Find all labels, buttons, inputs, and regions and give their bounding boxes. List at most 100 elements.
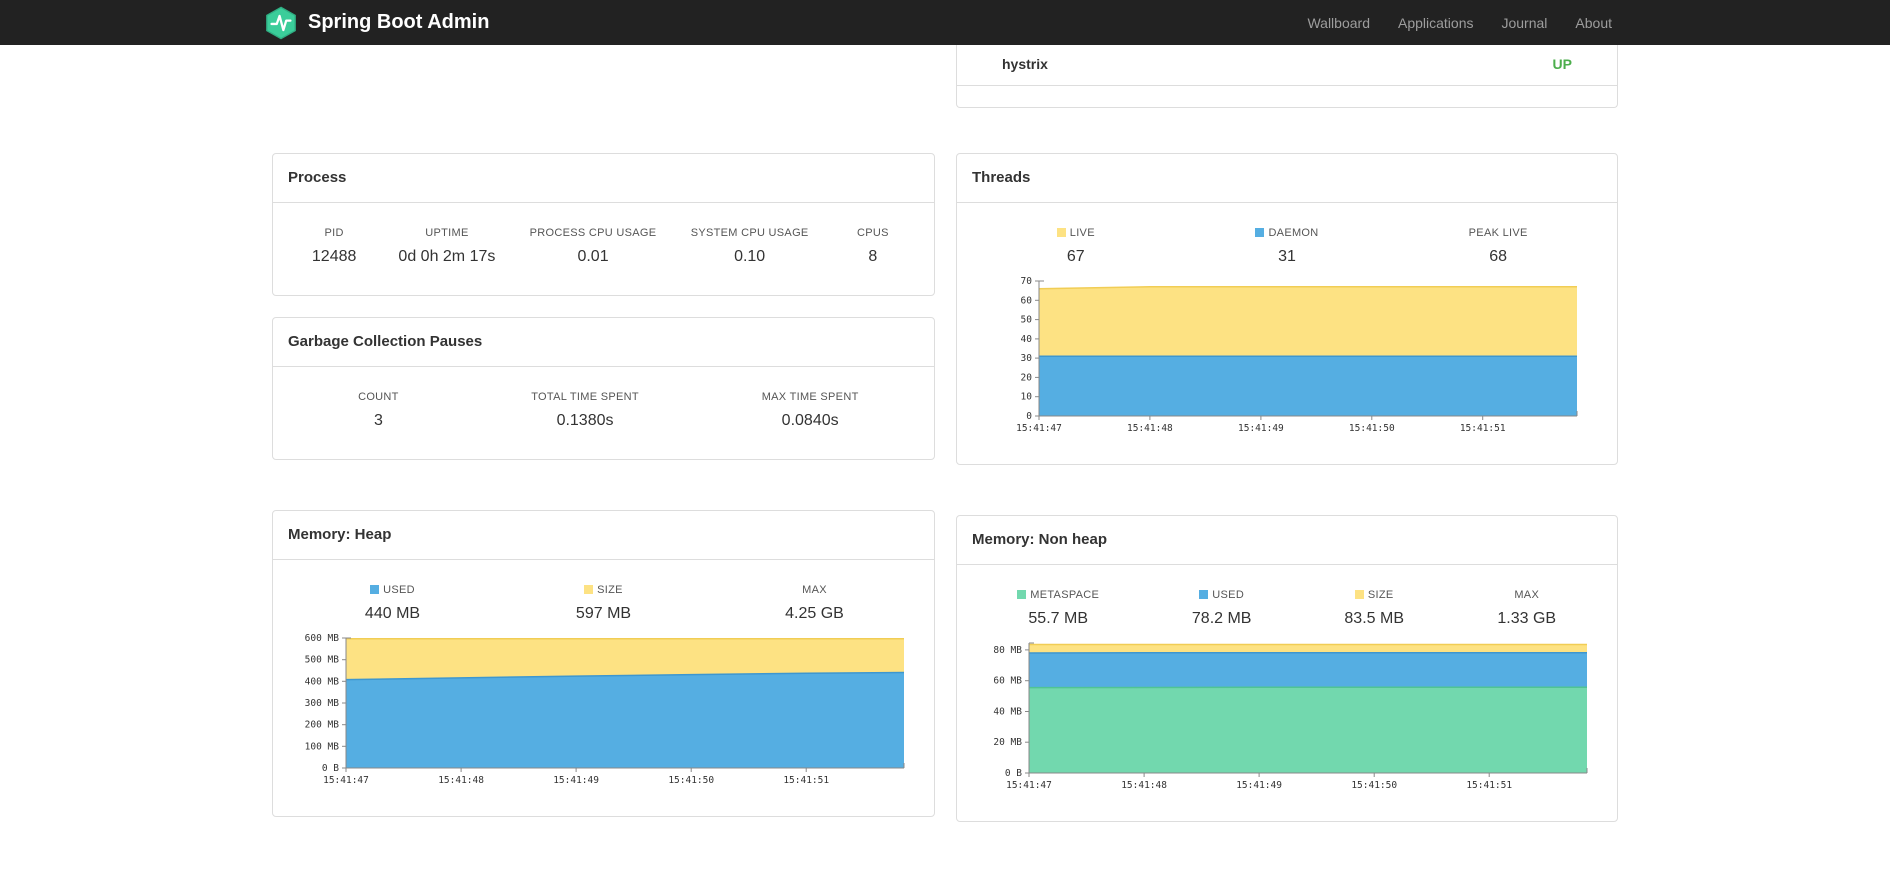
nav-link[interactable]: Journal bbox=[1487, 0, 1561, 45]
svg-text:40 MB: 40 MB bbox=[993, 707, 1022, 718]
metric-label: PROCESS CPU USAGE bbox=[530, 227, 657, 239]
svg-text:15:41:48: 15:41:48 bbox=[1121, 780, 1167, 791]
threads-chart: 0 10 20 30 40 50 60 70 15:41:47 15:41:48 15:41:49 1… bbox=[1016, 276, 1578, 434]
svg-text:15:41:51: 15:41:51 bbox=[1460, 423, 1506, 434]
svg-text:600 MB: 600 MB bbox=[304, 633, 339, 644]
metric-value: 68 bbox=[1489, 248, 1508, 265]
svg-text:15:41:50: 15:41:50 bbox=[1351, 780, 1397, 791]
metric-label-text: MAX bbox=[1514, 589, 1540, 601]
threads-metrics: LIVE 67 DAEMON 31 PEAK LIVE 68 bbox=[957, 203, 1617, 273]
svg-text:10: 10 bbox=[1021, 392, 1033, 403]
metric-value: 0d 0h 2m 17s bbox=[398, 248, 496, 265]
metric: TOTAL TIME SPENT 0.1380s bbox=[531, 391, 639, 429]
svg-text:30: 30 bbox=[1021, 353, 1033, 364]
metric-value: 440 MB bbox=[364, 605, 421, 622]
metric-value: 83.5 MB bbox=[1344, 610, 1404, 627]
metric-label-text: TOTAL TIME SPENT bbox=[531, 391, 639, 403]
metric-label-text: SYSTEM CPU USAGE bbox=[690, 227, 809, 239]
chart-wrap: 0 B 20 MB 40 MB 60 MB 80 MB 15:41:47 15:41:48 1… bbox=[957, 635, 1617, 821]
metric-label-text: MAX TIME SPENT bbox=[761, 391, 859, 403]
metric-label-text: PEAK LIVE bbox=[1468, 227, 1528, 239]
brand[interactable]: Spring Boot Admin bbox=[264, 6, 489, 40]
health-panel-padding bbox=[957, 86, 1617, 107]
legend-swatch bbox=[1056, 228, 1066, 237]
legend-swatch bbox=[584, 585, 594, 594]
metric-label: USED bbox=[1192, 589, 1252, 601]
health-status-badge: UP bbox=[1552, 56, 1572, 72]
legend-swatch bbox=[1199, 590, 1209, 599]
health-row: hystrix UP bbox=[957, 45, 1617, 86]
metric-label-text: METASPACE bbox=[1030, 589, 1100, 601]
svg-text:500 MB: 500 MB bbox=[304, 655, 339, 666]
svg-text:15:41:49: 15:41:49 bbox=[553, 775, 599, 786]
metric-label-text: CPUS bbox=[856, 227, 889, 239]
metric: SIZE 83.5 MB bbox=[1344, 589, 1404, 627]
health-item-name: hystrix bbox=[1002, 56, 1048, 72]
nav-link[interactable]: Applications bbox=[1384, 0, 1488, 45]
svg-text:0: 0 bbox=[1026, 411, 1032, 422]
metric-value: 597 MB bbox=[575, 605, 632, 622]
metric-value: 31 bbox=[1278, 248, 1296, 265]
panel-title: Process bbox=[273, 154, 934, 203]
metric-label: UPTIME bbox=[398, 227, 495, 239]
metric-label: CPUS bbox=[843, 227, 903, 239]
metric-label-text: PROCESS CPU USAGE bbox=[529, 227, 657, 239]
metric: PEAK LIVE 68 bbox=[1468, 227, 1528, 265]
navbar-inner: Spring Boot Admin Wallboard Applications… bbox=[264, 0, 1626, 45]
svg-text:300 MB: 300 MB bbox=[304, 698, 339, 709]
memory-nonheap-chart: 0 B 20 MB 40 MB 60 MB 80 MB 15:41:47 15:41:48 1… bbox=[993, 642, 1588, 791]
metric: DAEMON 31 bbox=[1255, 227, 1318, 265]
svg-text:100 MB: 100 MB bbox=[304, 741, 339, 752]
svg-text:0 B: 0 B bbox=[1005, 768, 1022, 779]
svg-text:80 MB: 80 MB bbox=[993, 645, 1022, 656]
spring-boot-admin-logo-icon bbox=[264, 6, 298, 40]
metric-value: 4.25 GB bbox=[785, 605, 844, 622]
svg-text:15:41:50: 15:41:50 bbox=[1349, 423, 1395, 434]
metric-value: 55.7 MB bbox=[1028, 610, 1088, 627]
memory-heap-chart: 0 B 100 MB 200 MB 300 MB 400 MB 500 MB 600 MB 1… bbox=[304, 633, 904, 786]
metric: SYSTEM CPU USAGE 0.10 bbox=[691, 227, 809, 265]
svg-text:400 MB: 400 MB bbox=[304, 676, 339, 687]
svg-text:15:41:49: 15:41:49 bbox=[1236, 780, 1282, 791]
metric-label-text: USED bbox=[1212, 589, 1245, 601]
main-content: Process PID 12488 UPTIME 0d 0h 2m 17s PR… bbox=[272, 45, 1618, 843]
metric-value: 67 bbox=[1066, 248, 1085, 265]
legend-swatch bbox=[1255, 228, 1265, 237]
metric-label-text: MAX bbox=[802, 584, 827, 596]
gc-panel: Garbage Collection Pauses COUNT 3 TOTAL … bbox=[272, 317, 935, 460]
metric: USED 440 MB bbox=[363, 584, 423, 622]
metric-label-text: SIZE bbox=[1367, 589, 1394, 601]
metric-label: USED bbox=[363, 584, 423, 596]
metric-value: 0.1380s bbox=[556, 412, 614, 429]
metric-value: 3 bbox=[373, 412, 383, 429]
metric-label-text: LIVE bbox=[1069, 227, 1095, 239]
panel-title: Memory: Non heap bbox=[957, 516, 1617, 565]
metric-value: 78.2 MB bbox=[1191, 610, 1252, 627]
legend-swatch bbox=[1354, 590, 1364, 599]
metric-label: SYSTEM CPU USAGE bbox=[691, 227, 809, 239]
nav-link[interactable]: About bbox=[1561, 0, 1626, 45]
svg-text:15:41:50: 15:41:50 bbox=[668, 775, 714, 786]
nav-link[interactable]: Wallboard bbox=[1293, 0, 1384, 45]
threads-panel: Threads LIVE 67 DAEMON 31 PEAK LIVE 68 0… bbox=[956, 153, 1618, 465]
metric-label: MAX TIME SPENT bbox=[762, 391, 859, 403]
left-column: Process PID 12488 UPTIME 0d 0h 2m 17s PR… bbox=[272, 45, 935, 838]
svg-text:15:41:49: 15:41:49 bbox=[1238, 423, 1284, 434]
svg-text:0 B: 0 B bbox=[321, 763, 338, 774]
svg-text:50: 50 bbox=[1021, 315, 1033, 326]
panel-title: Garbage Collection Pauses bbox=[273, 318, 934, 367]
nonheap-metrics: METASPACE 55.7 MB USED 78.2 MB SIZE 83.5… bbox=[957, 565, 1617, 635]
metric-label: COUNT bbox=[348, 391, 408, 403]
metric-label-text: USED bbox=[383, 584, 415, 596]
svg-text:60 MB: 60 MB bbox=[993, 676, 1022, 687]
metric-label: TOTAL TIME SPENT bbox=[531, 391, 639, 403]
metric-value: 0.10 bbox=[734, 248, 766, 265]
metric-label-text: PID bbox=[324, 227, 344, 239]
legend-swatch bbox=[1017, 590, 1027, 599]
metric: COUNT 3 bbox=[348, 391, 408, 429]
metric-value: 1.33 GB bbox=[1497, 610, 1557, 627]
panel-title: Threads bbox=[957, 154, 1617, 203]
metric: USED 78.2 MB bbox=[1192, 589, 1252, 627]
right-column: hystrix UP Threads LIVE 67 DAEMON 31 PEA… bbox=[956, 45, 1618, 843]
process-metrics: PID 12488 UPTIME 0d 0h 2m 17s PROCESS CP… bbox=[273, 203, 934, 295]
